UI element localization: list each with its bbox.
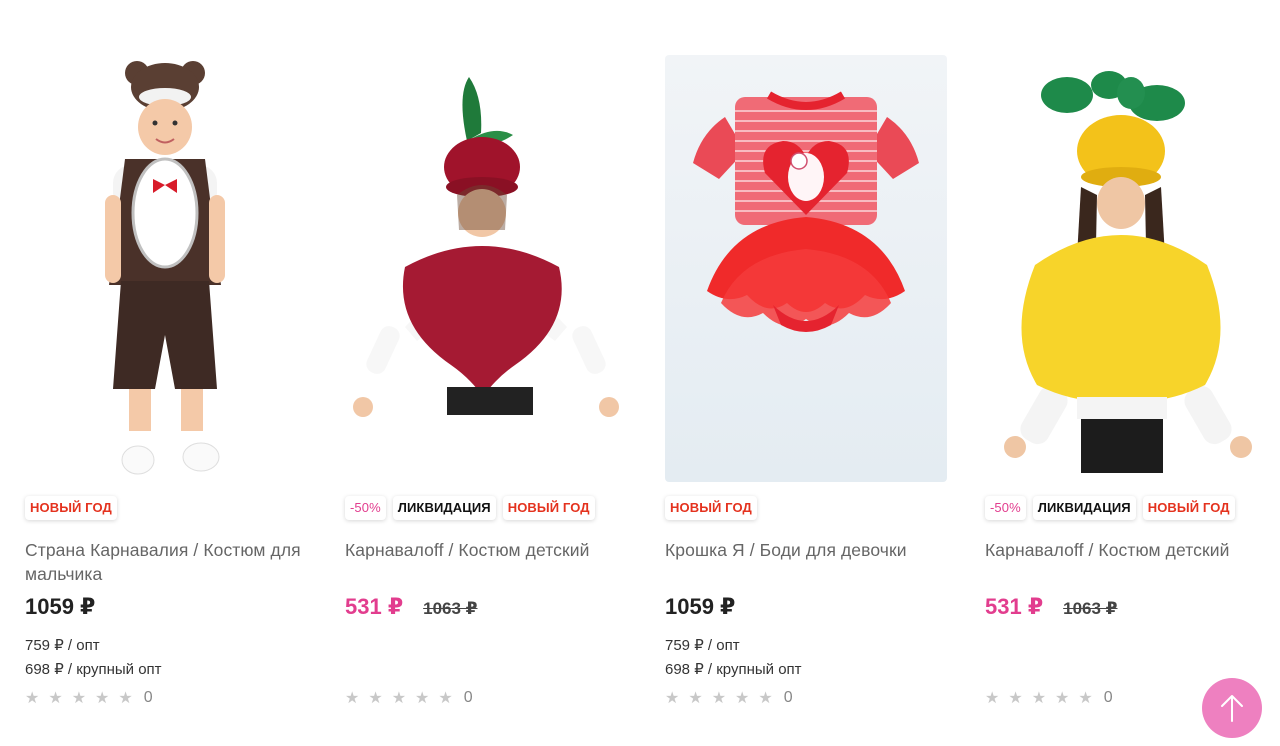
wholesale-prices bbox=[985, 634, 1267, 682]
wholesale-price: 759 ₽ / опт bbox=[665, 637, 740, 654]
product-card[interactable]: НОВЫЙ ГОД Крошка Я / Боди для девочки 10… bbox=[665, 55, 947, 708]
arrow-up-icon bbox=[1221, 695, 1243, 722]
wholesale-price: 759 ₽ / опт bbox=[25, 637, 100, 654]
star-icon: ★ bbox=[95, 690, 110, 707]
rating[interactable]: ★ ★ ★ ★ ★ 0 bbox=[345, 688, 627, 708]
rating[interactable]: ★ ★ ★ ★ ★ 0 bbox=[25, 688, 307, 708]
price-row: 1059 ₽ bbox=[665, 594, 947, 624]
badge-row: -50% ЛИКВИДАЦИЯ НОВЫЙ ГОД bbox=[345, 496, 627, 520]
rating-count: 0 bbox=[783, 689, 793, 706]
product-price: 1059 ₽ bbox=[25, 594, 96, 619]
price-row: 531 ₽ 1063 ₽ bbox=[985, 594, 1267, 624]
sale-price: 531 ₽ bbox=[985, 594, 1044, 619]
star-icon: ★ bbox=[118, 690, 133, 707]
price-row: 1059 ₽ bbox=[25, 594, 307, 624]
star-icon: ★ bbox=[368, 690, 383, 707]
rating-count: 0 bbox=[143, 689, 153, 706]
bulk-wholesale-price: 698 ₽ / крупный опт bbox=[25, 661, 162, 678]
star-icon: ★ bbox=[71, 690, 87, 707]
badge-row: НОВЫЙ ГОД bbox=[25, 496, 307, 520]
wholesale-prices bbox=[345, 634, 627, 682]
product-card[interactable]: -50% ЛИКВИДАЦИЯ НОВЫЙ ГОД Карнавалоff / … bbox=[985, 55, 1267, 708]
liquidation-badge: ЛИКВИДАЦИЯ bbox=[392, 496, 496, 520]
new-year-badge: НОВЫЙ ГОД bbox=[502, 496, 595, 520]
rating-count: 0 bbox=[1103, 689, 1113, 706]
product-card[interactable]: НОВЫЙ ГОД Страна Карнавалия / Костюм для… bbox=[25, 55, 307, 708]
star-icon: ★ bbox=[758, 690, 773, 707]
discount-badge: -50% bbox=[345, 496, 386, 520]
wholesale-prices: 759 ₽ / опт 698 ₽ / крупный опт bbox=[665, 634, 947, 682]
product-title[interactable]: Страна Карнавалия / Костюм для мальчика bbox=[25, 538, 307, 586]
liquidation-badge: ЛИКВИДАЦИЯ bbox=[1032, 496, 1136, 520]
star-icon: ★ bbox=[345, 690, 360, 707]
new-year-badge: НОВЫЙ ГОД bbox=[665, 496, 757, 520]
star-icon: ★ bbox=[438, 690, 453, 707]
wholesale-prices: 759 ₽ / опт 698 ₽ / крупный опт bbox=[25, 634, 307, 682]
discount-badge: -50% bbox=[985, 496, 1026, 520]
sale-price: 531 ₽ bbox=[345, 594, 404, 619]
product-grid: НОВЫЙ ГОД Страна Карнавалия / Костюм для… bbox=[25, 55, 1267, 708]
rating-count: 0 bbox=[463, 689, 473, 706]
old-price: 1063 ₽ bbox=[423, 599, 478, 618]
scroll-to-top-button[interactable] bbox=[1202, 678, 1262, 738]
product-image-bear-costume[interactable] bbox=[25, 55, 307, 482]
product-title[interactable]: Карнавалоff / Костюм детский bbox=[985, 538, 1267, 586]
star-icon: ★ bbox=[688, 690, 703, 707]
product-image-baby-bodysuit[interactable] bbox=[665, 55, 947, 482]
product-title[interactable]: Карнавалоff / Костюм детский bbox=[345, 538, 627, 586]
new-year-badge: НОВЫЙ ГОД bbox=[1142, 496, 1235, 520]
star-icon: ★ bbox=[1008, 690, 1023, 707]
bulk-wholesale-price: 698 ₽ / крупный опт bbox=[665, 661, 802, 678]
badge-row: -50% ЛИКВИДАЦИЯ НОВЫЙ ГОД bbox=[985, 496, 1267, 520]
star-icon: ★ bbox=[985, 690, 1000, 707]
star-icon: ★ bbox=[1078, 690, 1093, 707]
star-icon: ★ bbox=[1055, 690, 1070, 707]
product-price: 1059 ₽ bbox=[665, 594, 736, 619]
product-title[interactable]: Крошка Я / Боди для девочки bbox=[665, 538, 947, 586]
star-icon: ★ bbox=[665, 690, 680, 707]
star-icon: ★ bbox=[1031, 690, 1047, 707]
product-card[interactable]: -50% ЛИКВИДАЦИЯ НОВЫЙ ГОД Карнавалоff / … bbox=[345, 55, 627, 708]
star-icon: ★ bbox=[711, 690, 727, 707]
new-year-badge: НОВЫЙ ГОД bbox=[25, 496, 117, 520]
badge-row: НОВЫЙ ГОД bbox=[665, 496, 947, 520]
rating[interactable]: ★ ★ ★ ★ ★ 0 bbox=[665, 688, 947, 708]
product-image-turnip-costume[interactable] bbox=[985, 55, 1267, 482]
star-icon: ★ bbox=[48, 690, 63, 707]
star-icon: ★ bbox=[415, 690, 430, 707]
star-icon: ★ bbox=[25, 690, 40, 707]
product-image-beet-costume[interactable] bbox=[345, 55, 627, 482]
price-row: 531 ₽ 1063 ₽ bbox=[345, 594, 627, 624]
star-icon: ★ bbox=[735, 690, 750, 707]
star-icon: ★ bbox=[391, 690, 407, 707]
old-price: 1063 ₽ bbox=[1063, 599, 1118, 618]
